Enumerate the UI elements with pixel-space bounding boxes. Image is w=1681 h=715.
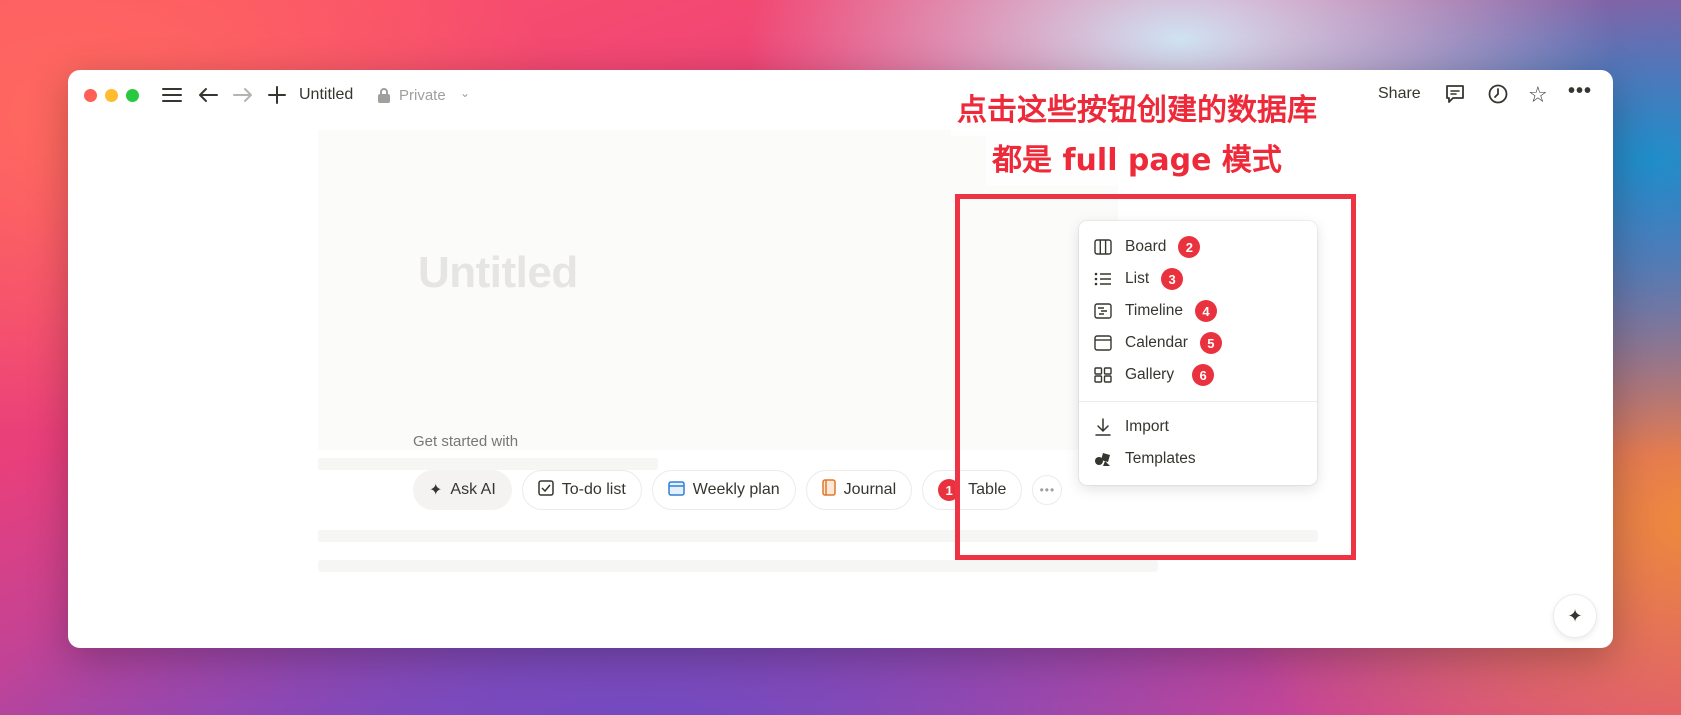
checkbox-icon — [538, 479, 554, 501]
todo-list-button[interactable]: To-do list — [521, 470, 642, 510]
chip-label: To-do list — [561, 481, 626, 498]
chevron-down-icon[interactable]: ⌄ — [460, 86, 470, 100]
get-started-label: Get started with — [413, 433, 519, 450]
chip-label: Journal — [843, 481, 897, 498]
comment-icon[interactable] — [1444, 83, 1466, 105]
sparkle-icon: ✦ — [429, 482, 443, 499]
star-icon[interactable]: ☆ — [1528, 82, 1548, 108]
clock-history-icon[interactable] — [1487, 83, 1509, 105]
annotation-text: 点击这些按钮创建的数据库 都是 full page 模式 — [912, 86, 1362, 186]
more-options-icon[interactable]: ••• — [1568, 80, 1592, 103]
forward-arrow-icon[interactable] — [231, 82, 255, 108]
background-text-line — [318, 560, 1158, 572]
annotation-highlight-box — [955, 194, 1356, 560]
annotation-line-2: 都是 full page 模式 — [986, 136, 1288, 186]
breadcrumb-page-name[interactable]: Untitled — [299, 86, 353, 104]
page-title[interactable]: Untitled — [418, 248, 578, 298]
close-window-button[interactable] — [84, 89, 97, 102]
privacy-label[interactable]: Private — [399, 87, 446, 104]
ai-assistant-button[interactable]: ✦ — [1553, 594, 1597, 638]
chip-label: Weekly plan — [692, 481, 780, 498]
notion-window: Untitled Private ⌄ Share ☆ ••• Untitled … — [68, 70, 1613, 648]
back-arrow-icon[interactable] — [196, 82, 220, 108]
new-page-plus-icon[interactable] — [265, 82, 289, 108]
share-button[interactable]: Share — [1378, 85, 1421, 103]
calendar-icon — [668, 480, 685, 501]
weekly-plan-button[interactable]: Weekly plan — [651, 470, 796, 510]
journal-button[interactable]: Journal — [805, 470, 913, 510]
background-text-line — [318, 458, 658, 470]
menu-icon[interactable] — [160, 82, 184, 108]
chip-label: Ask AI — [450, 481, 496, 498]
minimize-window-button[interactable] — [105, 89, 118, 102]
annotation-line-1: 点击这些按钮创建的数据库 — [951, 86, 1323, 136]
ask-ai-button[interactable]: ✦ Ask AI — [413, 470, 512, 510]
maximize-window-button[interactable] — [126, 89, 139, 102]
book-icon — [821, 479, 836, 501]
sparkle-icon: ✦ — [1567, 605, 1583, 626]
lock-icon — [377, 88, 391, 104]
